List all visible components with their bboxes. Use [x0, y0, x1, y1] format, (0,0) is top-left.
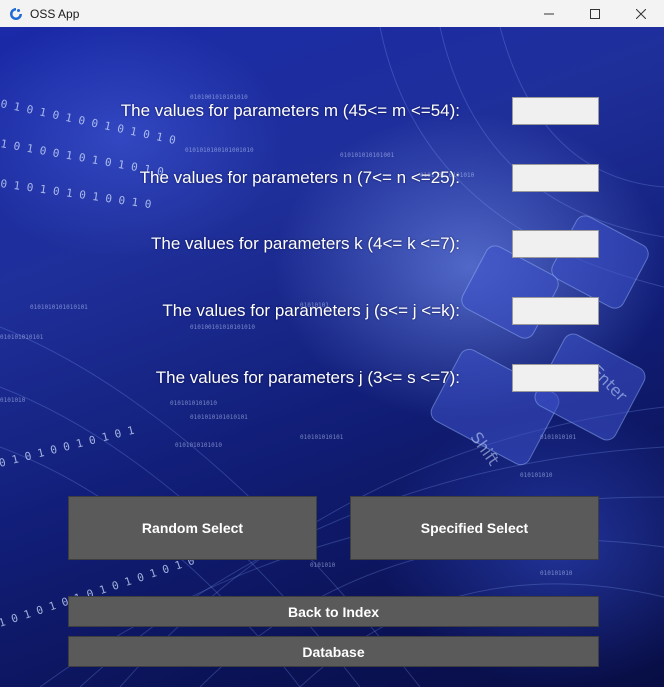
svg-text:0101010: 0101010: [310, 562, 336, 569]
svg-text:0101010101010101: 0101010101010101: [190, 414, 248, 421]
app-window: OSS App 0 1 0 1 0 1 0 0 1 0 1 0 1 0 1 0 …: [0, 0, 664, 687]
close-button[interactable]: [618, 0, 664, 27]
svg-text:0 1 0 1 0 0 1 0 1 0 1: 0 1 0 1 0 0 1 0 1 0 1: [0, 424, 136, 470]
svg-text:010101010101001: 010101010101001: [340, 152, 395, 159]
minimize-button[interactable]: [526, 0, 572, 27]
app-icon: [9, 7, 23, 21]
maximize-icon: [590, 8, 600, 19]
param-label-s: The values for parameters j (3<= s <=7):: [155, 368, 460, 387]
param-label-k: The values for parameters k (4<= k <=7):: [151, 234, 460, 253]
svg-text:010101010: 010101010: [540, 570, 573, 577]
param-j-input[interactable]: [512, 297, 599, 325]
window-controls: [526, 0, 664, 27]
database-button[interactable]: Database: [68, 636, 599, 667]
svg-text:010101010101: 010101010101: [0, 334, 44, 341]
param-k-input[interactable]: [512, 230, 599, 258]
param-m-input[interactable]: [512, 97, 599, 125]
svg-text:0101010101010: 0101010101010: [175, 442, 222, 449]
svg-text:0101010101: 0101010101: [540, 434, 577, 441]
svg-text:0101010101010: 0101010101010: [170, 400, 217, 407]
param-row-n: The values for parameters n (7<= n <=25)…: [0, 162, 664, 196]
svg-text:0101010: 0101010: [0, 397, 26, 404]
svg-text:010101010: 010101010: [520, 472, 553, 479]
svg-text:010101010101: 010101010101: [300, 434, 344, 441]
window-title: OSS App: [30, 6, 80, 21]
back-to-index-button[interactable]: Back to Index: [68, 596, 599, 627]
minimize-icon: [544, 13, 554, 14]
param-label-m: The values for parameters m (45<= m <=54…: [120, 101, 460, 120]
maximize-button[interactable]: [572, 0, 618, 27]
param-n-input[interactable]: [512, 164, 599, 192]
title-bar[interactable]: OSS App: [0, 0, 664, 27]
param-row-k: The values for parameters k (4<= k <=7):: [0, 228, 664, 262]
param-s-input[interactable]: [512, 364, 599, 392]
param-row-j: The values for parameters j (s<= j <=k):: [0, 295, 664, 329]
param-label-n: The values for parameters n (7<= n <=25)…: [139, 168, 460, 187]
param-row-m: The values for parameters m (45<= m <=54…: [0, 95, 664, 129]
specified-select-button[interactable]: Specified Select: [350, 496, 599, 560]
svg-text:0101010100101001010: 0101010100101001010: [185, 147, 254, 154]
param-label-j: The values for parameters j (s<= j <=k):: [162, 301, 460, 320]
close-icon: [636, 8, 646, 19]
param-row-s: The values for parameters j (3<= s <=7):: [0, 362, 664, 396]
random-select-button[interactable]: Random Select: [68, 496, 317, 560]
